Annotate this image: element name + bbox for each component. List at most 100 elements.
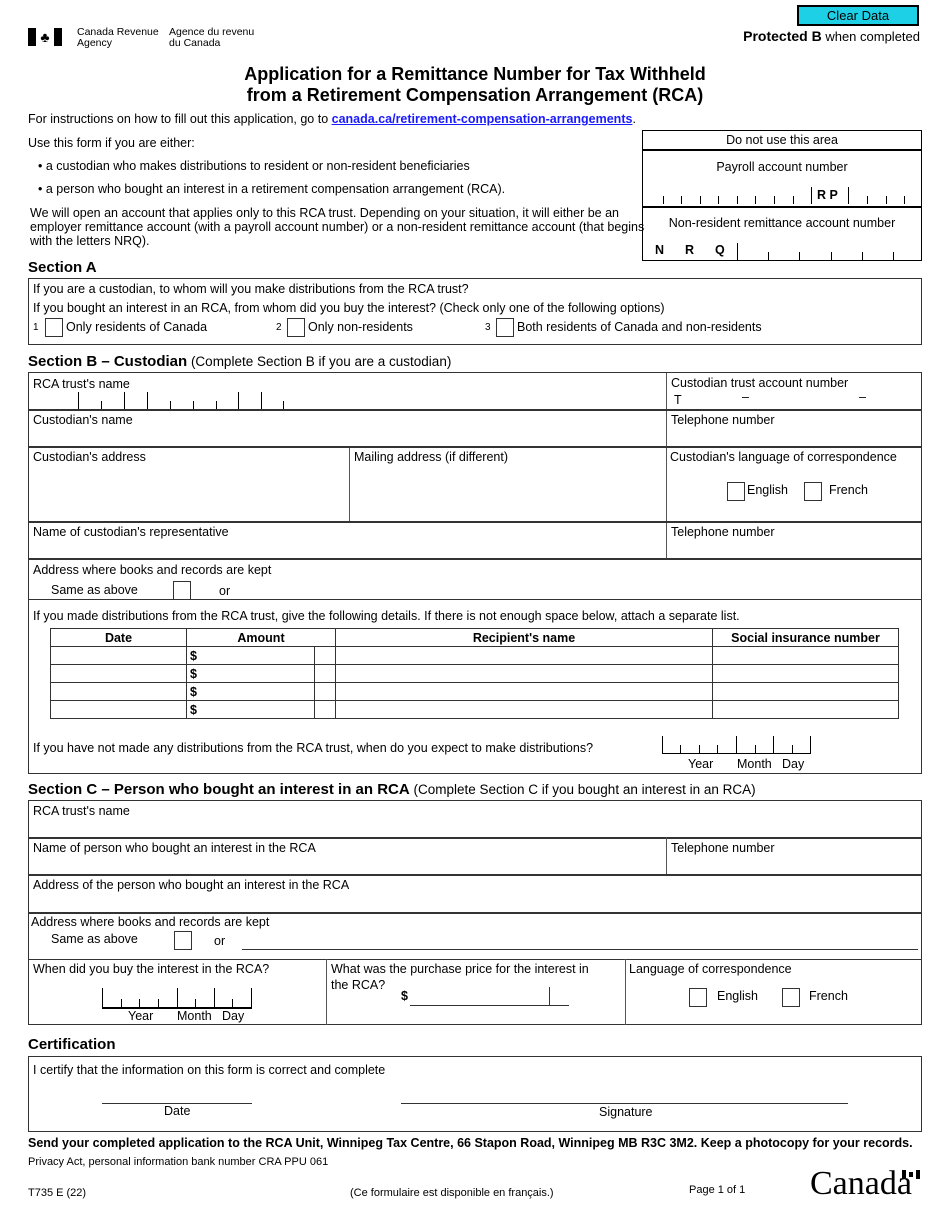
comb-tick bbox=[799, 252, 800, 260]
comb-tick bbox=[736, 736, 737, 753]
comb-tick bbox=[862, 252, 863, 260]
amount-cents-cell[interactable] bbox=[314, 700, 336, 719]
recipient-name-cell[interactable] bbox=[335, 682, 713, 701]
representative-input[interactable] bbox=[31, 541, 664, 556]
comb-tick bbox=[774, 196, 775, 204]
amount-dollars-cell[interactable]: $ bbox=[185, 664, 316, 683]
custodian-name-input[interactable] bbox=[31, 429, 664, 444]
option-3-checkbox[interactable] bbox=[496, 318, 514, 337]
trust-account-prefix: T bbox=[674, 393, 682, 407]
clear-data-button[interactable]: Clear Data bbox=[797, 5, 919, 26]
books-label: Address where books and records are kept bbox=[33, 563, 272, 577]
amount-cents-cell[interactable] bbox=[314, 682, 336, 701]
trust-account-dash-1: – bbox=[742, 390, 749, 404]
comb-tick bbox=[101, 401, 102, 409]
recipient-name-cell[interactable] bbox=[335, 646, 713, 665]
amount-cents-cell[interactable] bbox=[314, 646, 336, 665]
comb-tick bbox=[158, 999, 159, 1007]
wordmark-flag-icon bbox=[902, 1170, 920, 1179]
amount-dollars-cell[interactable]: $ bbox=[185, 682, 316, 701]
section-a-q1: If you are a custodian, to whom will you… bbox=[33, 282, 469, 296]
custodian-address-input[interactable] bbox=[31, 466, 347, 519]
date-cell[interactable] bbox=[50, 664, 187, 683]
date-cell[interactable] bbox=[50, 646, 187, 665]
c-telephone-label: Telephone number bbox=[671, 841, 775, 855]
month-label: Month bbox=[737, 757, 772, 771]
person-address-label: Address of the person who bought an inte… bbox=[33, 878, 350, 892]
cert-date-input[interactable] bbox=[102, 1087, 252, 1104]
person-name-input[interactable] bbox=[31, 857, 664, 872]
comb-tick bbox=[663, 196, 664, 204]
purchase-price-input[interactable] bbox=[410, 987, 569, 1006]
table-row: $ bbox=[50, 646, 899, 665]
c-language-label: Language of correspondence bbox=[629, 962, 792, 976]
mailing-address-input[interactable] bbox=[352, 466, 664, 519]
french-checkbox[interactable] bbox=[804, 482, 822, 501]
option-2-checkbox[interactable] bbox=[287, 318, 305, 337]
no-distributions-question: If you have not made any distributions f… bbox=[33, 741, 594, 755]
amount-dollars-cell[interactable]: $ bbox=[185, 646, 316, 665]
currency-symbol: $ bbox=[190, 666, 197, 681]
books-address-input[interactable] bbox=[243, 582, 918, 600]
comb-tick bbox=[216, 401, 217, 409]
option-1-checkbox[interactable] bbox=[45, 318, 63, 337]
c-books-address-input[interactable] bbox=[242, 932, 918, 950]
recipient-name-cell[interactable] bbox=[335, 700, 713, 719]
person-address-input[interactable] bbox=[31, 894, 919, 910]
comb-tick bbox=[700, 196, 701, 204]
table-header-row: Date Amount Recipient's name Social insu… bbox=[50, 628, 899, 647]
c-same-as-above-checkbox[interactable] bbox=[174, 931, 192, 950]
english-checkbox[interactable] bbox=[727, 482, 745, 501]
instructions-link[interactable]: canada.ca/retirement-compensation-arrang… bbox=[332, 112, 633, 126]
c-french-checkbox[interactable] bbox=[782, 988, 800, 1007]
rca-trust-name-input[interactable] bbox=[31, 393, 664, 408]
bullet-person: • a person who bought an interest in a r… bbox=[38, 182, 506, 196]
telephone-label: Telephone number bbox=[671, 413, 775, 427]
comb-tick bbox=[755, 745, 756, 753]
c-rca-trust-name-input[interactable] bbox=[31, 820, 919, 835]
sin-cell[interactable] bbox=[712, 646, 899, 665]
amount-cents-cell[interactable] bbox=[314, 664, 336, 683]
currency-symbol: $ bbox=[190, 702, 197, 717]
option-3-number: 3 bbox=[485, 322, 491, 333]
recipient-name-cell[interactable] bbox=[335, 664, 713, 683]
signature-input[interactable] bbox=[401, 1087, 848, 1104]
trust-account-dash-2: – bbox=[859, 390, 866, 404]
comb-tick bbox=[768, 252, 769, 260]
representative-label: Name of custodian's representative bbox=[33, 525, 229, 539]
section-a-box: If you are a custodian, to whom will you… bbox=[28, 278, 922, 345]
canada-flag-icon: ♣ bbox=[28, 28, 62, 46]
rca-trust-name-label: RCA trust's name bbox=[33, 377, 130, 391]
language-label: Custodian's language of correspondence bbox=[670, 450, 897, 464]
agency-name-fr: Agence du revenu du Canada bbox=[169, 27, 254, 49]
protected-rest: when completed bbox=[821, 29, 920, 44]
mailing-address-label: Mailing address (if different) bbox=[354, 450, 509, 464]
payroll-rp-letters: R P bbox=[817, 188, 838, 202]
sin-cell[interactable] bbox=[712, 700, 899, 719]
c-english-checkbox[interactable] bbox=[689, 988, 707, 1007]
same-as-above-checkbox[interactable] bbox=[173, 581, 191, 600]
section-c-box: RCA trust's name Name of person who boug… bbox=[28, 800, 922, 1025]
c-telephone-input[interactable] bbox=[669, 857, 919, 872]
form-code: T735 E (22) bbox=[28, 1187, 87, 1199]
col-amount: Amount bbox=[186, 628, 336, 647]
comb-tick bbox=[792, 745, 793, 753]
nonres-account-label: Non-resident remittance account number bbox=[668, 216, 896, 230]
telephone2-input[interactable] bbox=[669, 541, 919, 556]
agency-name-en: Canada Revenue Agency bbox=[77, 27, 159, 49]
instructions-text: For instructions on how to fill out this… bbox=[28, 112, 636, 126]
c-or-label: or bbox=[214, 934, 226, 948]
distributions-intro: If you made distributions from the RCA t… bbox=[33, 609, 740, 623]
amount-dollars-cell[interactable]: $ bbox=[185, 700, 316, 719]
c-year-label: Year bbox=[128, 1009, 154, 1023]
c-english-label: English bbox=[717, 989, 758, 1003]
date-cell[interactable] bbox=[50, 682, 187, 701]
sin-cell[interactable] bbox=[712, 664, 899, 683]
comb-tick bbox=[283, 401, 284, 409]
instructions-prefix: For instructions on how to fill out this… bbox=[28, 112, 332, 126]
telephone-input[interactable] bbox=[669, 429, 919, 444]
date-cell[interactable] bbox=[50, 700, 187, 719]
sin-cell[interactable] bbox=[712, 682, 899, 701]
table-row: $ bbox=[50, 682, 899, 701]
section-a-q2: If you bought an interest in an RCA, fro… bbox=[33, 301, 665, 315]
